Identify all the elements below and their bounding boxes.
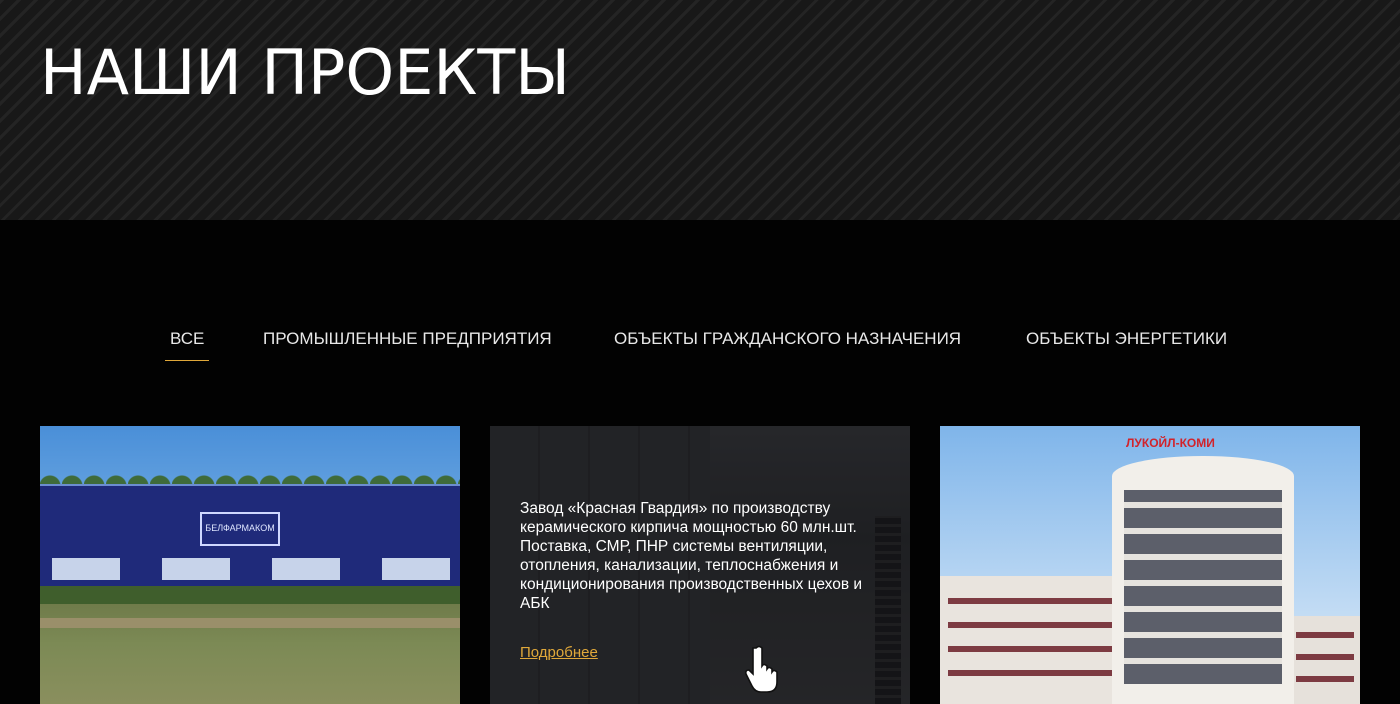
filter-tab-all[interactable]: ВСЕ — [164, 329, 210, 361]
filter-tab-industrial[interactable]: ПРОМЫШЛЕННЫЕ ПРЕДПРИЯТИЯ — [263, 329, 552, 359]
sign-text: БЕЛФАРМАКОМ — [205, 523, 275, 533]
filter-tab-energy[interactable]: ОБЪЕКТЫ ЭНЕРГЕТИКИ — [1026, 329, 1227, 359]
project-card-belfarmakom[interactable]: БЕЛФАРМАКОМ — [40, 426, 460, 704]
page-header: НАШИ ПРОЕКТЫ — [0, 0, 1400, 220]
page-title: НАШИ ПРОЕКТЫ — [40, 36, 570, 109]
filter-tab-civil[interactable]: ОБЪЕКТЫ ГРАЖДАНСКОГО НАЗНАЧЕНИЯ — [614, 329, 961, 359]
project-description: Завод «Красная Гвардия» по производству … — [520, 500, 863, 612]
pointer-hand-icon — [745, 645, 778, 693]
more-link[interactable]: Подробнее — [520, 644, 598, 661]
building-sign-text: ЛУКОЙЛ-КОМИ — [1126, 436, 1215, 450]
project-card-krasnaya-gvardiya[interactable]: Завод «Красная Гвардия» по производству … — [490, 426, 910, 704]
project-card-lukoil-komi[interactable]: ЛУКОЙЛ-КОМИ — [940, 426, 1360, 704]
company-logo-sign: БЕЛФАРМАКОМ — [200, 512, 280, 546]
